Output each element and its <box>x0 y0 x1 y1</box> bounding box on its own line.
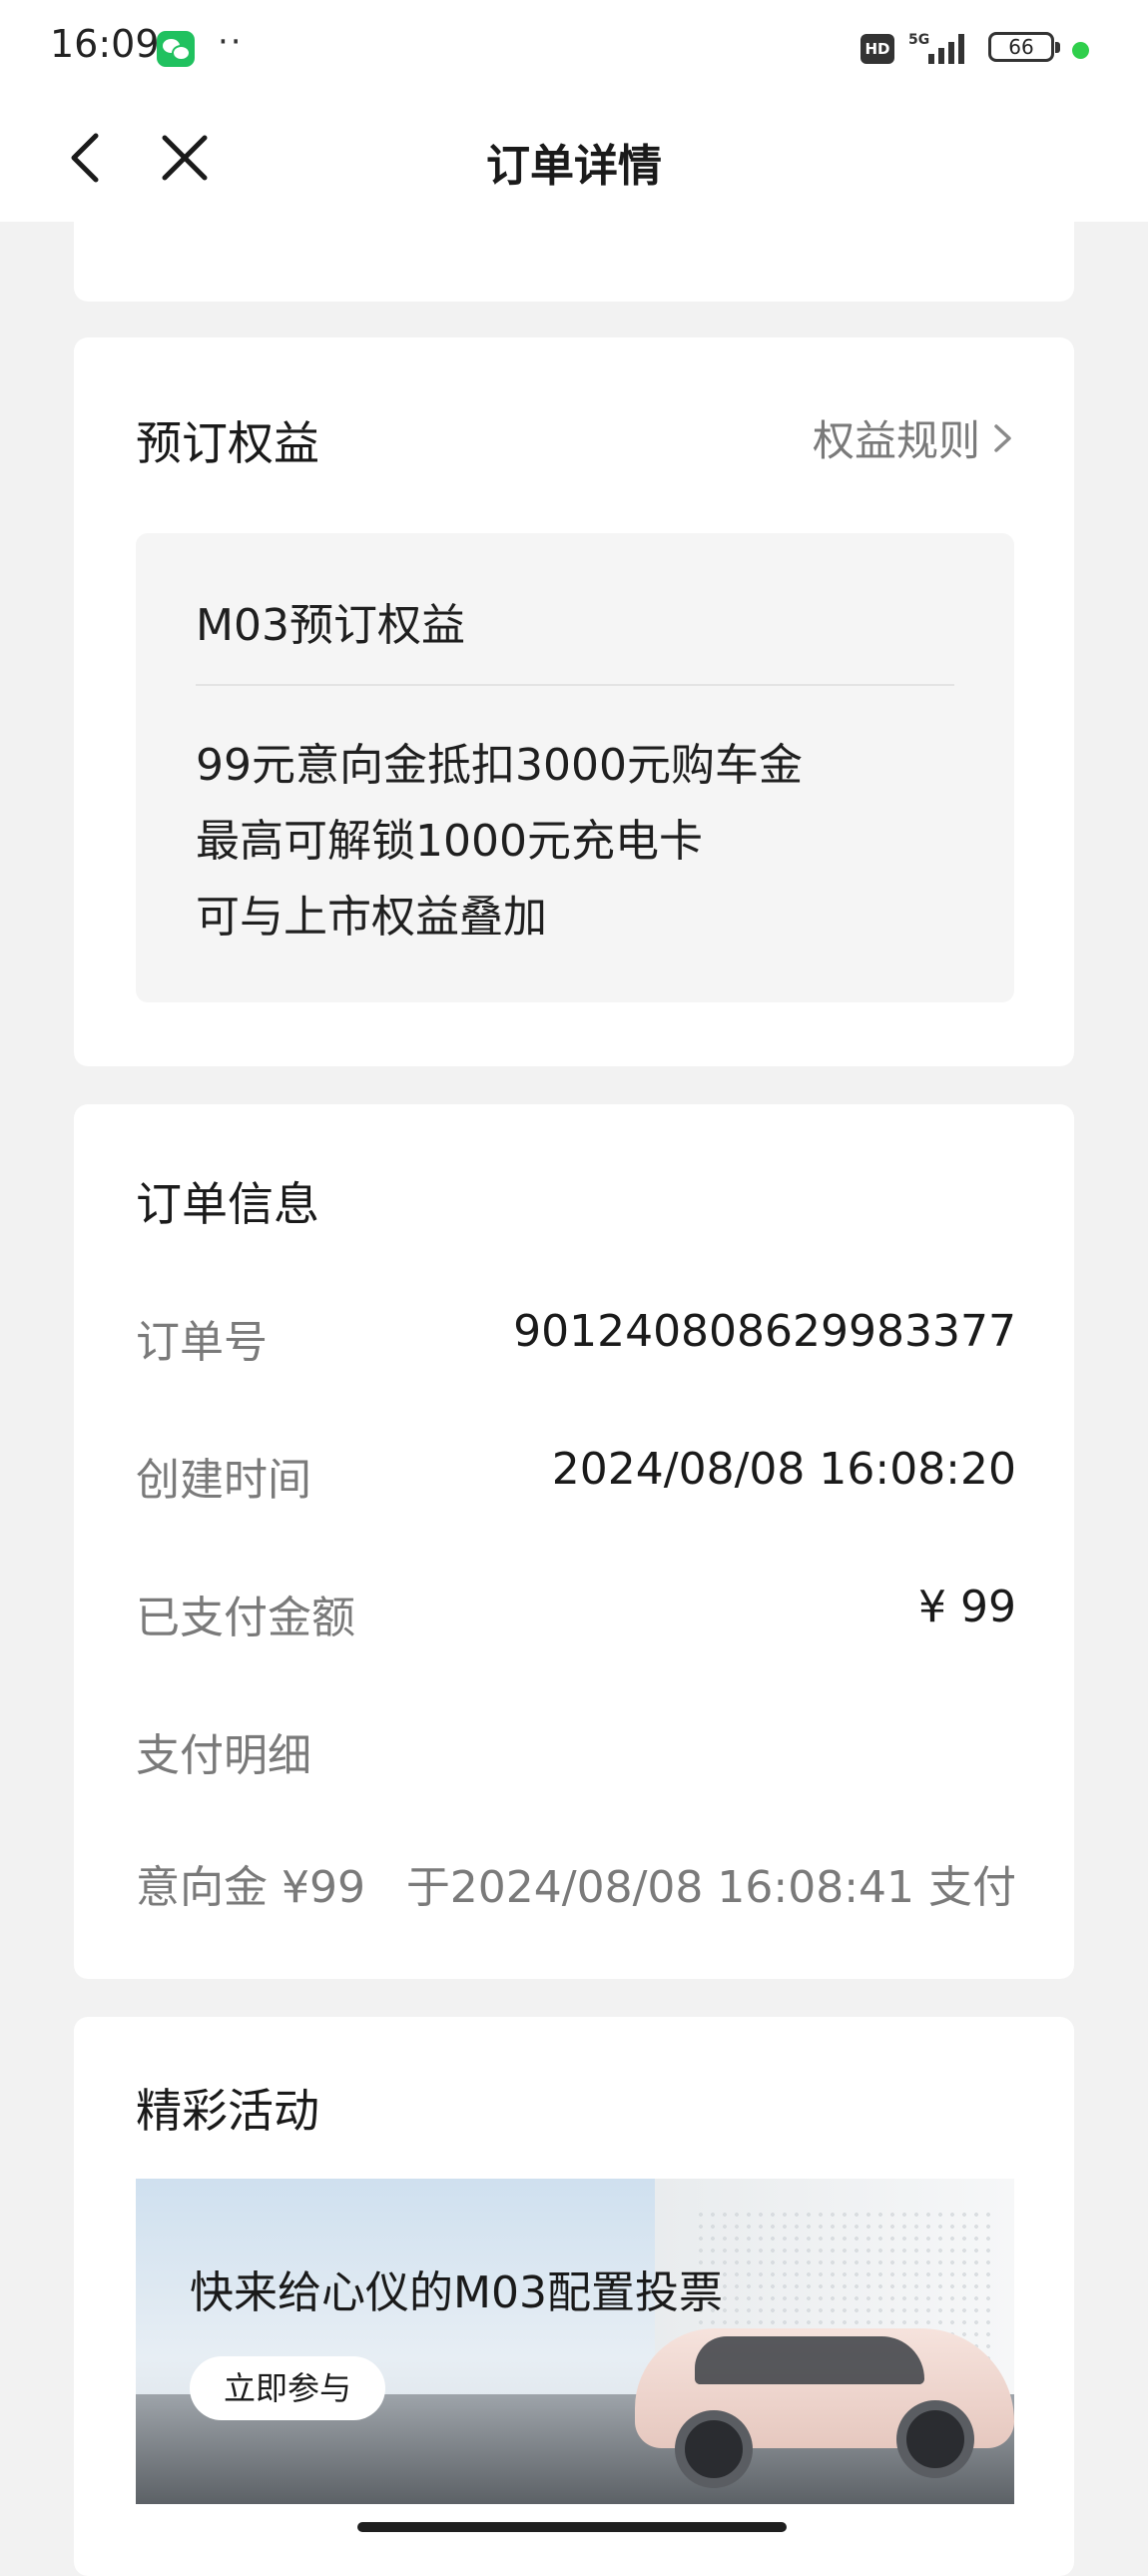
banner-headline: 快来给心仪的M03配置投票 <box>190 2267 723 2318</box>
deposit-paid-time: 于2024/08/08 16:08:41 支付 <box>405 1862 1016 1913</box>
page-title: 订单详情 <box>486 141 662 192</box>
benefit-box-title: M03预订权益 <box>196 600 465 651</box>
activity-card: 精彩活动 快来给心仪的M03配置投票 立即参与 <box>74 2017 1074 2576</box>
battery-icon: 66 <box>988 32 1060 62</box>
status-time: 16:09 <box>50 22 160 66</box>
benefit-box: M03预订权益 99元意向金抵扣3000元购车金 最高可解锁1000元充电卡 可… <box>136 533 1014 1002</box>
join-now-button[interactable]: 立即参与 <box>190 2356 385 2420</box>
benefits-title: 预订权益 <box>136 416 319 470</box>
deposit-label: 意向金 ¥99 <box>136 1862 365 1913</box>
home-indicator[interactable] <box>357 2522 787 2532</box>
activity-banner[interactable]: 快来给心仪的M03配置投票 立即参与 <box>136 2179 1014 2504</box>
svg-text:5G: 5G <box>908 32 929 48</box>
divider <box>196 684 954 686</box>
car-window <box>695 2336 924 2384</box>
hd-icon: HD <box>861 34 894 64</box>
benefit-line: 99元意向金抵扣3000元购车金 <box>196 740 803 791</box>
paid-amount-value: ¥ 99 <box>918 1582 1016 1632</box>
car-wheel <box>896 2400 974 2478</box>
created-time-value: 2024/08/08 16:08:20 <box>551 1444 1016 1495</box>
order-number-label: 订单号 <box>136 1317 268 1368</box>
benefit-rules-link[interactable]: 权益规则 <box>813 407 1016 468</box>
status-dots: ·· <box>218 22 244 62</box>
paid-amount-label: 已支付金额 <box>136 1593 355 1643</box>
status-bar: 16:09 ·· HD 5G 66 <box>0 0 1148 100</box>
activity-title: 精彩活动 <box>136 2084 319 2138</box>
order-info-title: 订单信息 <box>136 1177 319 1231</box>
benefit-line: 可与上市权益叠加 <box>196 892 547 943</box>
created-time-label: 创建时间 <box>136 1455 311 1506</box>
order-number-value: 901240808629983377 <box>513 1306 1016 1357</box>
signal-icon: 5G <box>908 32 964 64</box>
chevron-right-icon <box>994 423 1011 452</box>
benefit-rules-label: 权益规则 <box>812 416 980 465</box>
wechat-icon <box>157 31 195 67</box>
order-info-card: 订单信息 订单号 901240808629983377 创建时间 2024/08… <box>74 1104 1074 1979</box>
benefit-line: 最高可解锁1000元充电卡 <box>196 816 703 867</box>
privacy-indicator-dot <box>1072 42 1089 59</box>
payment-detail-label: 支付明细 <box>136 1730 311 1781</box>
booking-benefits-card: 预订权益 权益规则 M03预订权益 99元意向金抵扣3000元购车金 最高可解锁… <box>74 337 1074 1066</box>
navigation-bar: 订单详情 <box>0 100 1148 222</box>
car-wheel <box>675 2410 753 2488</box>
